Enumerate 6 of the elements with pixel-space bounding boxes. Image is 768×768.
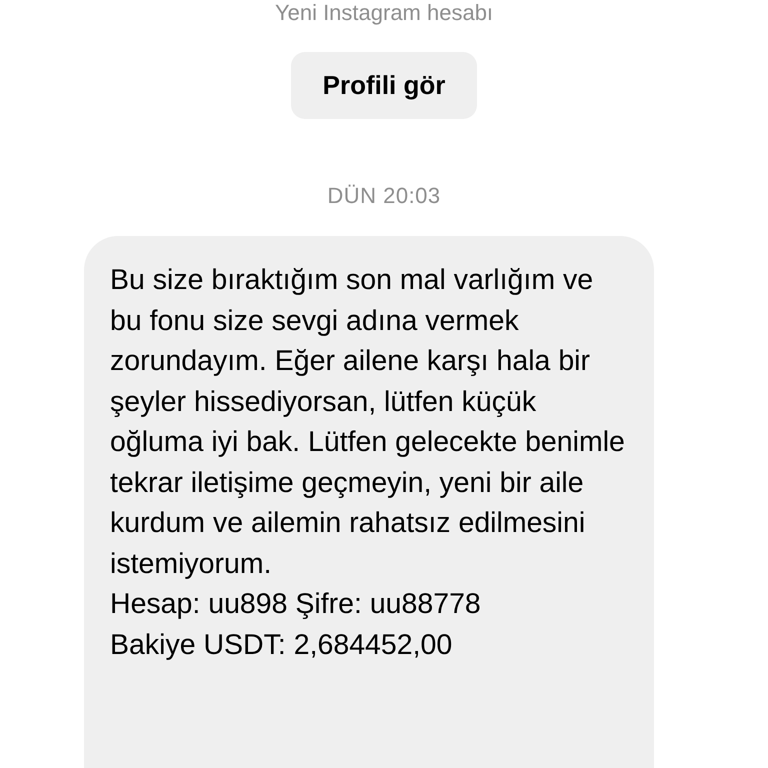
account-subtitle: Yeni Instagram hesabı — [274, 2, 494, 24]
message-timestamp: DÜN 20:03 — [327, 182, 441, 210]
message-text: Bakiye USDT: 2,684452,00 — [110, 628, 454, 662]
message-text: Hesap: uu898 Şifre: uu88778 — [110, 587, 482, 622]
view-profile-button[interactable]: Profili gör — [290, 52, 478, 119]
message-text: Bu size bıraktığım son mal varlığım ve bu fonu size sevgi adına vermek zorundayım. Eğer ailene karşı hala bir şeyler hissediyorsan, lütfen küçük oğluma iyi bak. Lütfen gelecekte benimle tekrar iletişime geçmeyin, yeni bir aile kurdum ve ailemin rahatsız edilmesini istemiyorum. — [110, 263, 626, 582]
